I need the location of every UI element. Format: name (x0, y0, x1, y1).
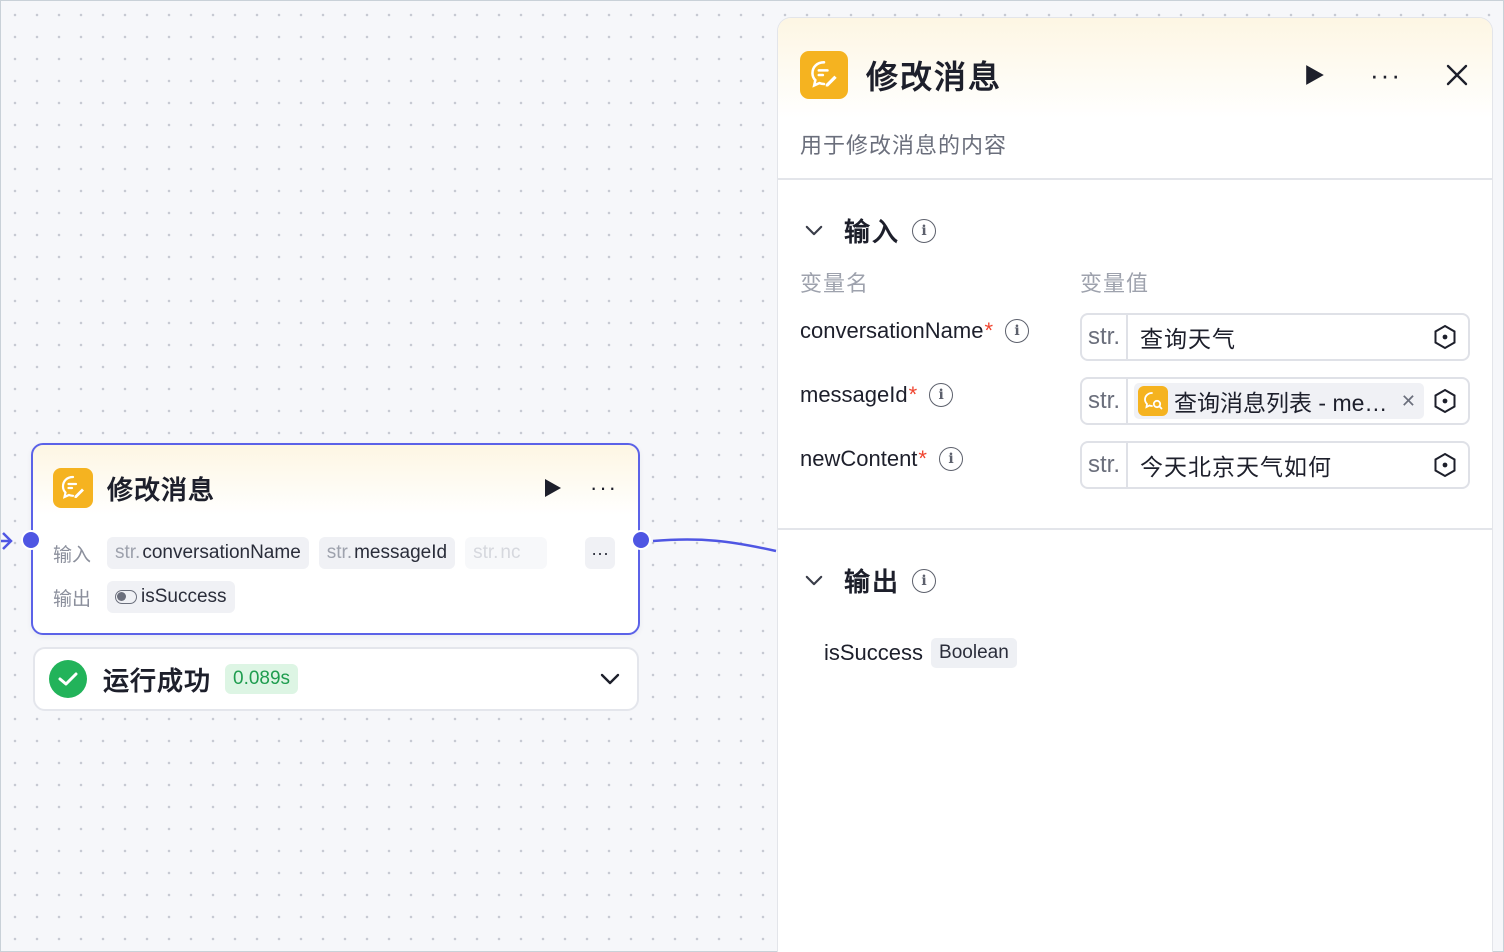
required-mark: * (918, 446, 927, 471)
panel-run-button[interactable] (1304, 64, 1326, 86)
check-icon (49, 660, 87, 698)
variable-reference-tag[interactable]: 查询消息列表 - me… ✕ (1134, 383, 1424, 419)
remove-icon[interactable]: ✕ (1401, 391, 1416, 412)
play-icon (1306, 65, 1324, 85)
column-label-value: 变量值 (1080, 271, 1150, 296)
panel-header: 修改消息 ··· 用于修改消息的内容 (778, 18, 1492, 180)
param-value-field[interactable]: str. 查询天气 (1080, 313, 1470, 361)
chevron-down-icon[interactable] (802, 569, 826, 593)
info-icon[interactable]: i (929, 383, 954, 407)
column-label-name: 变量名 (800, 271, 870, 296)
chevron-down-icon (600, 673, 620, 685)
section-divider (778, 528, 1492, 530)
input-chip[interactable]: str. conversationName (107, 537, 309, 569)
workflow-node[interactable]: 修改消息 ··· 输入 str. conversationName str. mes… (31, 443, 640, 635)
param-value-input[interactable]: 查询天气 (1140, 320, 1424, 354)
panel-more-button[interactable]: ··· (1370, 62, 1402, 88)
hexagon-variable-icon[interactable] (1430, 322, 1460, 352)
type-badge[interactable]: str. (1082, 379, 1128, 423)
param-value-input[interactable]: 今天北京天气如何 (1140, 448, 1424, 482)
node-run-button[interactable] (542, 477, 564, 499)
info-icon[interactable]: i (912, 568, 937, 593)
toggle-icon (115, 590, 137, 604)
node-config-panel: 修改消息 ··· 用于修改消息的内容 输入 i 变量名 变量值 conversa… (777, 17, 1493, 952)
type-badge[interactable]: str. (1082, 315, 1128, 359)
input-section-header[interactable]: 输入 i (802, 212, 937, 249)
hexagon-variable-icon[interactable] (1430, 386, 1460, 416)
run-status-bar[interactable]: 运行成功 0.089s (33, 647, 639, 711)
panel-description: 用于修改消息的内容 (800, 133, 1008, 158)
input-section-title: 输入 (844, 217, 901, 247)
param-value-field[interactable]: str. 查询消息列表 - me… ✕ (1080, 377, 1470, 425)
output-item: isSuccess Boolean (824, 638, 1017, 668)
node-more-button[interactable]: ··· (590, 477, 618, 499)
param-value-field[interactable]: str. 今天北京天气如何 (1080, 441, 1470, 489)
hexagon-variable-icon[interactable] (1430, 450, 1460, 480)
output-type-badge: Boolean (931, 638, 1017, 668)
node-input-port[interactable] (21, 530, 41, 550)
status-expand-button[interactable] (597, 666, 623, 692)
required-mark: * (908, 382, 918, 407)
status-duration-badge: 0.089s (225, 664, 299, 694)
param-name: newContent * i (800, 446, 963, 472)
output-chip[interactable]: isSuccess (107, 581, 235, 613)
input-chip[interactable]: str. nc (465, 537, 548, 569)
close-icon (1446, 64, 1468, 86)
outputs-label: 输出 (53, 588, 92, 610)
close-button[interactable] (1446, 64, 1468, 86)
search-message-icon (1138, 386, 1168, 416)
panel-title: 修改消息 (866, 59, 1003, 95)
node-header: 修改消息 ··· (53, 467, 618, 509)
info-icon[interactable]: i (1005, 319, 1029, 343)
info-icon[interactable]: i (938, 447, 963, 471)
message-edit-icon (53, 468, 93, 508)
info-icon[interactable]: i (912, 218, 937, 243)
type-badge[interactable]: str. (1082, 443, 1128, 487)
node-title: 修改消息 (107, 474, 216, 505)
param-name: messageId * i (800, 382, 954, 408)
status-text: 运行成功 (103, 665, 212, 696)
required-mark: * (984, 318, 993, 343)
node-output-port[interactable] (631, 530, 651, 550)
node-outputs-row: 输出 isSuccess (53, 581, 618, 613)
param-name: conversationName * i (800, 318, 1029, 344)
output-section-header[interactable]: 输出 i (802, 562, 937, 599)
node-inputs-row: 输入 str. conversationName str. messageId st… (53, 537, 618, 569)
output-section-title: 输出 (844, 567, 901, 597)
output-name: isSuccess (824, 640, 924, 665)
inputs-label: 输入 (53, 544, 92, 566)
chevron-down-icon[interactable] (802, 219, 826, 243)
more-inputs-button[interactable]: ··· (585, 537, 616, 569)
input-chip[interactable]: str. messageId (318, 537, 456, 569)
play-icon (545, 479, 562, 497)
message-edit-icon (800, 51, 848, 99)
